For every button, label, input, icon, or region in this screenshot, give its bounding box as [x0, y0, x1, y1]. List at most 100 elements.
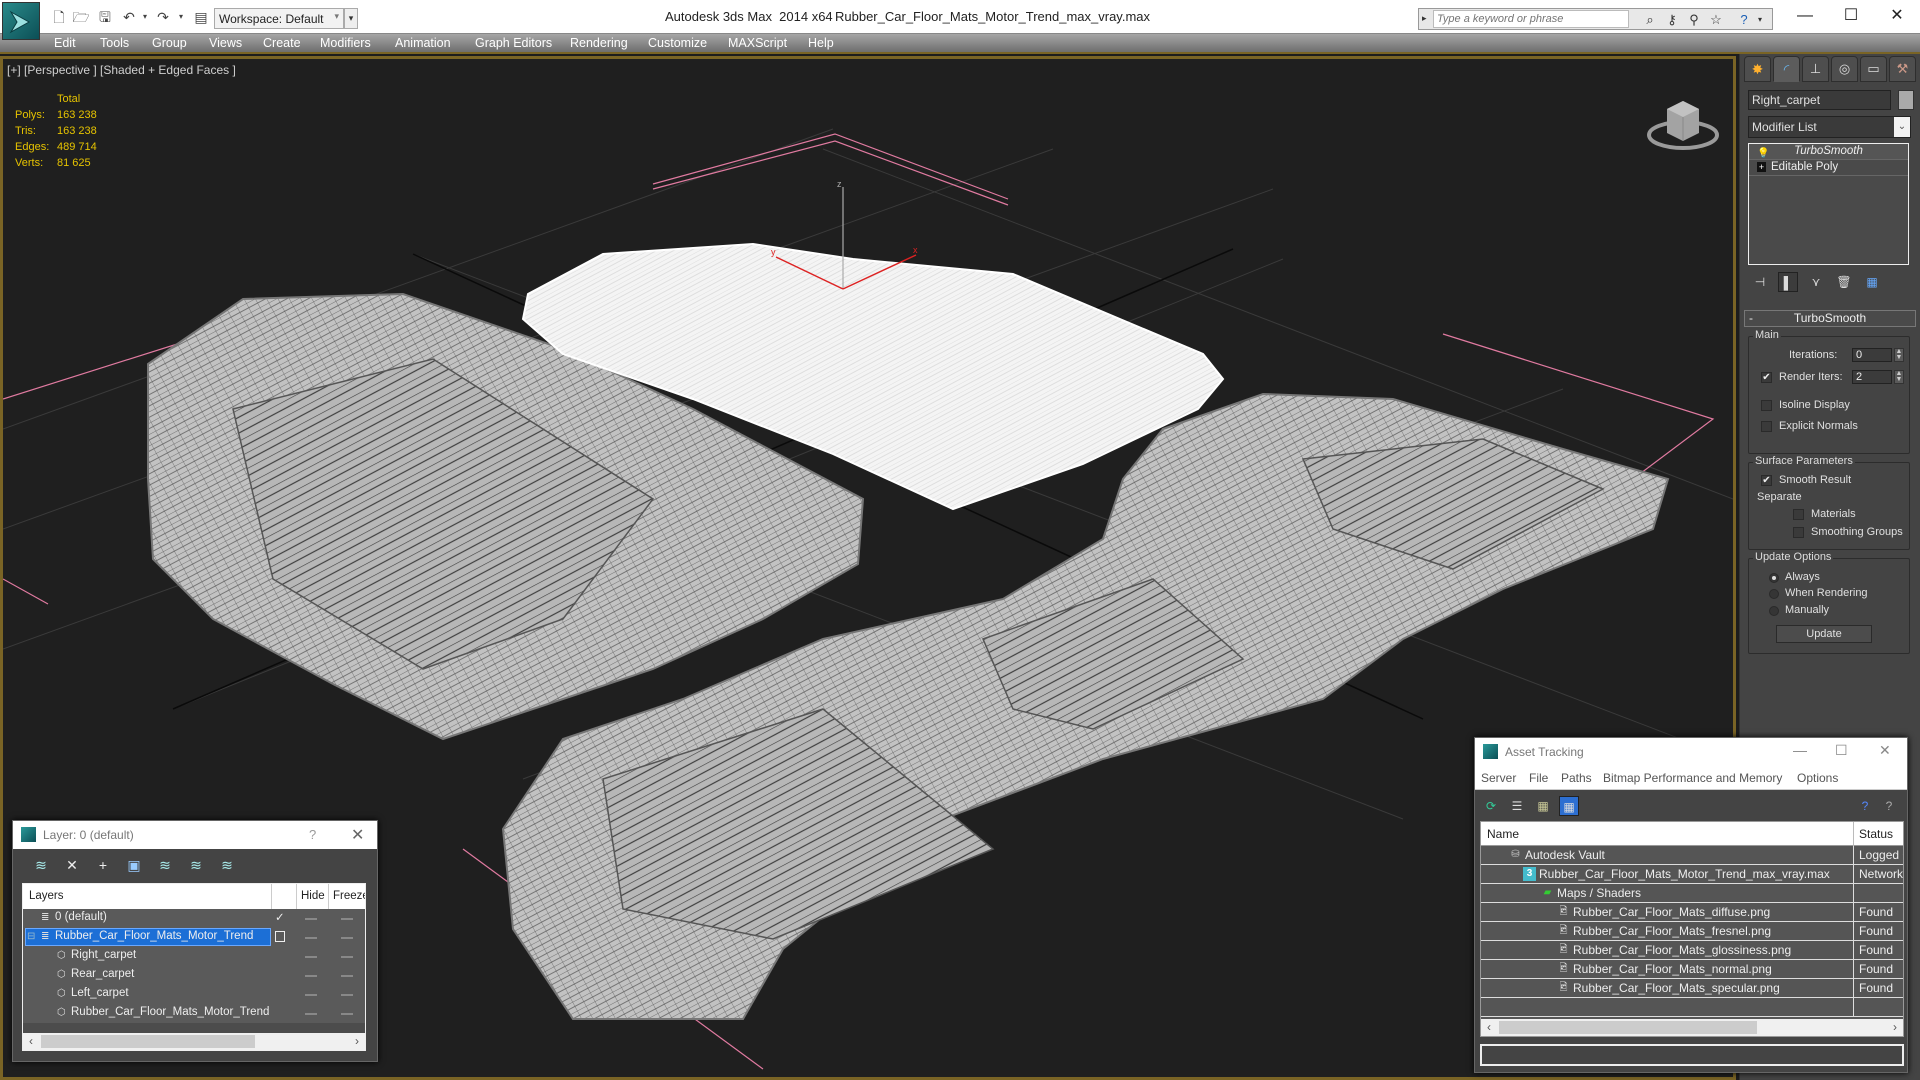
column-layers[interactable]: Layers [29, 890, 64, 902]
freeze-toggle[interactable] [341, 1013, 353, 1015]
menu-help[interactable]: Help [808, 36, 834, 50]
expand-plus-icon[interactable]: + [1757, 162, 1766, 172]
make-unique-icon[interactable]: ⋎ [1806, 272, 1826, 292]
close-button[interactable]: ✕ [1874, 2, 1920, 30]
menu-graph-editors[interactable]: Graph Editors [475, 36, 552, 50]
scroll-left-icon[interactable]: ‹ [1487, 1020, 1491, 1034]
maximize-button[interactable]: ☐ [1828, 2, 1874, 30]
asset-row[interactable]: 🖻 Rubber_Car_Floor_Mats_normal.png Found [1481, 960, 1903, 979]
redo-dropdown-icon[interactable]: ▾ [172, 8, 190, 26]
menu-rendering[interactable]: Rendering [570, 36, 628, 50]
list-view-icon[interactable]: ☰ [1507, 796, 1527, 816]
column-freeze[interactable]: Freeze [333, 890, 365, 902]
asset-row[interactable]: 🖻 Rubber_Car_Floor_Mats_diffuse.png Foun… [1481, 903, 1903, 922]
radio-when-rendering[interactable] [1769, 589, 1779, 599]
asset-row[interactable]: 🖻 Rubber_Car_Floor_Mats_specular.png Fou… [1481, 979, 1903, 998]
iterations-spinner[interactable]: 0 [1852, 348, 1892, 362]
display-tab[interactable]: ▭ [1860, 56, 1887, 82]
scrollbar-thumb[interactable] [41, 1035, 255, 1048]
column-name[interactable]: Name [1487, 827, 1519, 841]
select-objects-icon[interactable]: ▣ [122, 855, 146, 875]
iterations-spin-arrows[interactable]: ▲ ▼ [1894, 348, 1904, 362]
customize-toolbar-button[interactable]: ▾ [344, 8, 358, 29]
new-file-icon[interactable]: 🗋 [50, 8, 68, 26]
column-status[interactable]: Status [1859, 827, 1893, 841]
hide-toggle[interactable] [305, 975, 317, 977]
redo-icon[interactable]: ↷ [154, 8, 172, 26]
refresh-icon[interactable]: ⟳ [1481, 796, 1501, 816]
search-input[interactable] [1433, 10, 1629, 28]
update-button[interactable]: Update [1776, 625, 1872, 643]
key-icon[interactable]: ⚷ [1663, 11, 1681, 29]
menu-modifiers[interactable]: Modifiers [320, 36, 371, 50]
explicit-normals-checkbox[interactable] [1761, 421, 1772, 432]
show-end-result-icon[interactable]: ▌ [1778, 272, 1798, 292]
active-layer-check-icon[interactable]: ✓ [275, 910, 285, 924]
delete-layer-icon[interactable]: ✕ [60, 855, 84, 875]
configure-sets-icon[interactable]: ▦ [1862, 272, 1882, 292]
close-button[interactable]: ✕ [1879, 742, 1891, 759]
save-icon[interactable]: 🖫 [96, 8, 114, 26]
scroll-right-icon[interactable]: › [355, 1034, 359, 1048]
freeze-toggle[interactable] [341, 937, 353, 939]
new-layer-icon[interactable]: ≋ [29, 855, 53, 875]
render-iters-spinner[interactable]: 2 [1852, 370, 1892, 384]
expand-arrow-icon[interactable]: ▸ [1422, 13, 1427, 24]
render-iters-spin-arrows[interactable]: ▲ ▼ [1894, 370, 1904, 384]
add-to-layer-icon[interactable]: + [91, 855, 115, 875]
menu-options[interactable]: Options [1797, 771, 1838, 785]
smoothing-groups-checkbox[interactable] [1793, 527, 1804, 538]
asset-row[interactable]: ⛁ Autodesk Vault Logged Out [1481, 846, 1903, 865]
select-layer-icon[interactable]: ≋ [153, 855, 177, 875]
horizontal-scrollbar[interactable]: ‹ › [23, 1033, 365, 1050]
radio-always[interactable] [1769, 573, 1779, 583]
open-file-icon[interactable]: 🗁 [72, 8, 90, 26]
rollout-header[interactable]: - TurboSmooth [1744, 310, 1916, 327]
column-hide[interactable]: Hide [301, 890, 325, 902]
menu-views[interactable]: Views [209, 36, 242, 50]
lightbulb-icon[interactable]: 💡 [1757, 146, 1769, 159]
vault-help-icon[interactable]: ? [1855, 796, 1875, 816]
scrollbar-thumb[interactable] [1499, 1021, 1757, 1034]
menu-tools[interactable]: Tools [100, 36, 129, 50]
layer-row[interactable]: ⬡ Rubber_Car_Floor_Mats_Motor_Trend [23, 1004, 365, 1023]
collapse-icon[interactable]: ⊟ [27, 931, 38, 943]
utilities-tab[interactable]: ⚒ [1889, 56, 1916, 82]
object-name-field[interactable]: Right_carpet [1748, 90, 1891, 110]
minimize-button[interactable]: — [1793, 742, 1807, 758]
hide-toggle[interactable] [305, 956, 317, 958]
freeze-layer-icon[interactable]: ≋ [215, 855, 239, 875]
hide-toggle[interactable] [305, 918, 317, 920]
stack-item-turbosmooth[interactable]: 💡 TurboSmooth [1749, 144, 1908, 160]
layer-row[interactable]: ⬡ Left_carpet [23, 985, 365, 1004]
stack-item-editable-poly[interactable]: + Editable Poly [1749, 160, 1908, 176]
minimize-button[interactable]: — [1782, 2, 1828, 30]
freeze-toggle[interactable] [341, 994, 353, 996]
maximize-button[interactable]: ☐ [1835, 742, 1848, 759]
help-dropdown-icon[interactable]: ▾ [1751, 11, 1769, 29]
remove-modifier-icon[interactable]: 🗑 [1834, 272, 1854, 292]
layer-row[interactable]: ⊟ ≣ Rubber_Car_Floor_Mats_Motor_Trend [23, 928, 365, 947]
table-view-icon[interactable]: ▦ [1559, 796, 1579, 816]
star-icon[interactable]: ☆ [1707, 11, 1725, 29]
close-button[interactable]: ✕ [351, 825, 364, 845]
menu-file[interactable]: File [1529, 771, 1548, 785]
modify-tab[interactable]: ◜ [1773, 56, 1800, 82]
help-button[interactable]: ? [309, 827, 316, 842]
make-current-checkbox[interactable] [275, 931, 285, 942]
viewport-label[interactable]: [+] [Perspective ] [Shaded + Edged Faces… [7, 63, 236, 77]
undo-dropdown-icon[interactable]: ▾ [136, 8, 154, 26]
modifier-list-dropdown[interactable]: Modifier List ⌄ [1748, 116, 1911, 138]
app-menu-button[interactable] [2, 2, 40, 40]
menu-customize[interactable]: Customize [648, 36, 707, 50]
menu-group[interactable]: Group [152, 36, 187, 50]
radio-manually[interactable] [1769, 606, 1779, 616]
hide-toggle[interactable] [305, 994, 317, 996]
freeze-toggle[interactable] [341, 956, 353, 958]
scroll-left-icon[interactable]: ‹ [29, 1034, 33, 1048]
project-folder-icon[interactable]: ▤ [192, 8, 210, 26]
asset-row[interactable]: 🖻 Rubber_Car_Floor_Mats_glossiness.png F… [1481, 941, 1903, 960]
asset-row[interactable]: 🖻 Rubber_Car_Floor_Mats_fresnel.png Foun… [1481, 922, 1903, 941]
hide-toggle[interactable] [305, 937, 317, 939]
asset-row[interactable]: ▰ Maps / Shaders [1481, 884, 1903, 903]
